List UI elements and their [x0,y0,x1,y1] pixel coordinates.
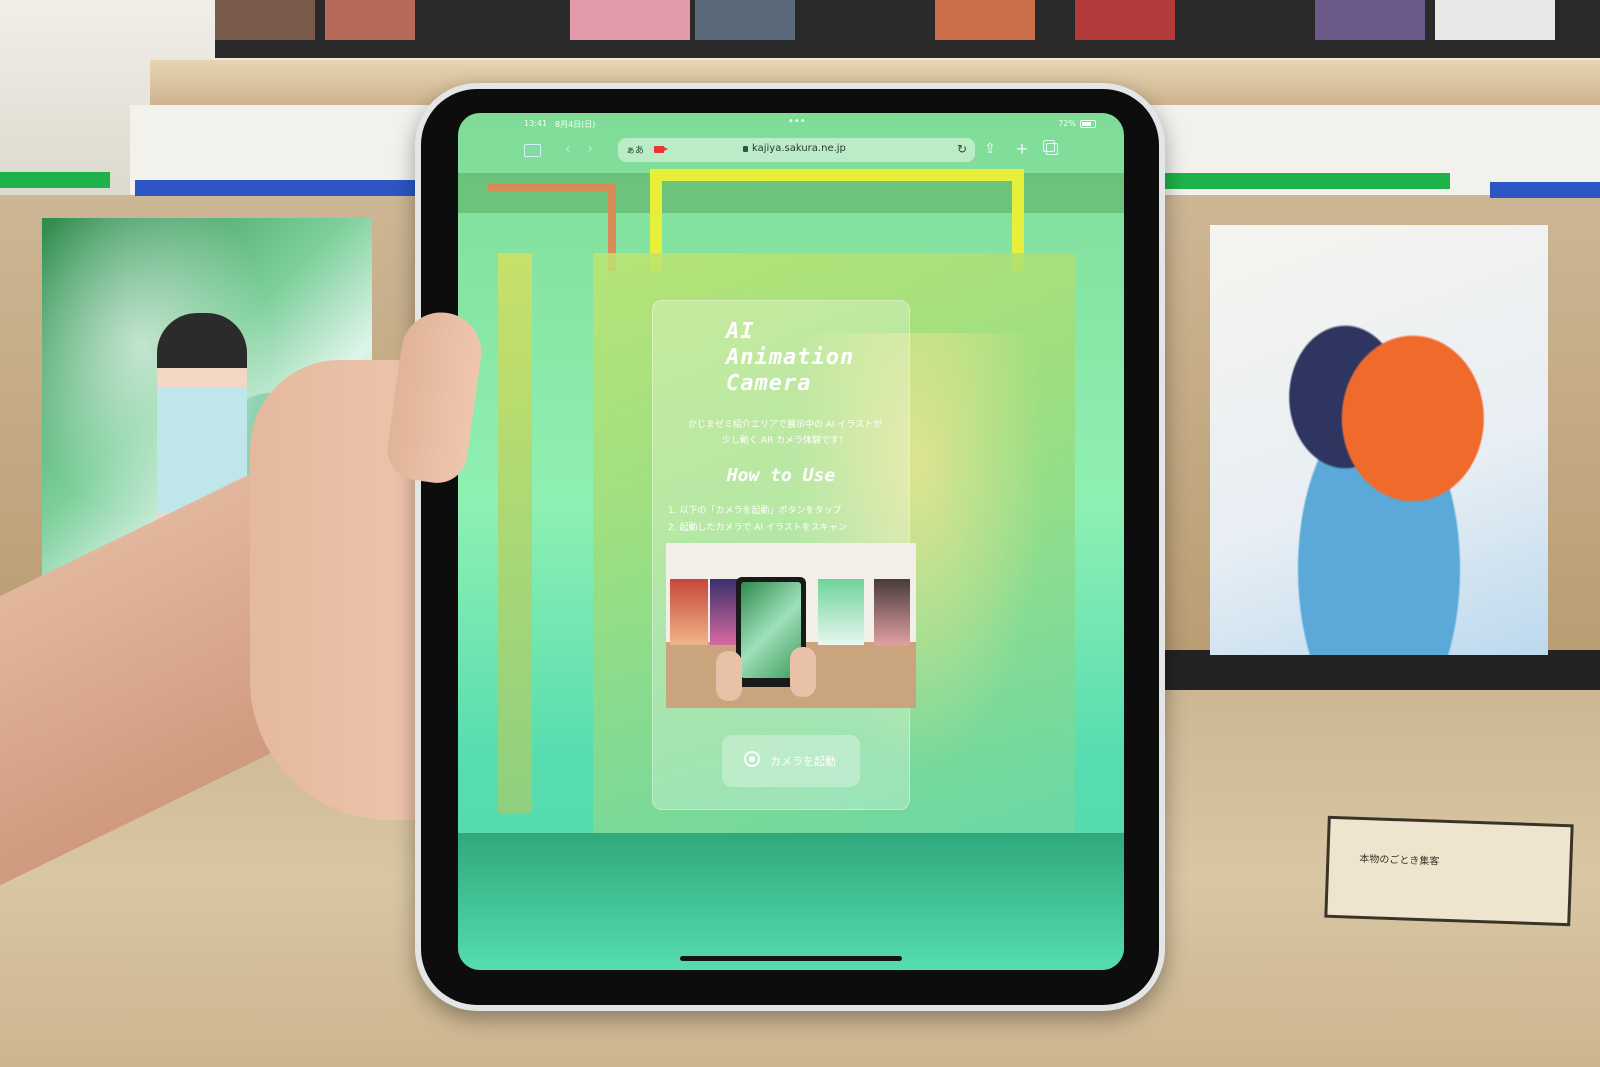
camera-floor [458,833,1124,970]
artwork-girls-with-goldfish [1210,225,1548,655]
new-tab-icon[interactable]: + [1012,140,1032,158]
photo-scene: 本物のごとき集客 13:41 8月4日(日) ••• 72% ‹ › ぁあ ka… [0,0,1600,1067]
example-hand [790,647,816,697]
reload-icon[interactable]: ↻ [957,142,967,156]
description: かじまゼミ紹介エリアで展示中の AI イラストが 少し動く AR カメラ体験です… [668,417,902,449]
steps-list: 1. 以下の「カメラを起動」ボタンをタップ 2. 起動したカメラで AI イラス… [668,503,902,537]
example-artwork [874,579,910,645]
forward-icon[interactable]: › [580,140,600,158]
step-item: 1. 以下の「カメラを起動」ボタンをタップ [668,506,842,516]
example-artwork [670,579,708,645]
status-date: 8月4日(日) [555,120,596,129]
step-item: 2. 起動したカメラで AI イラストをスキャン [668,523,847,533]
example-artwork [818,579,864,645]
battery-icon [1080,120,1096,128]
safari-toolbar: ‹ › ぁあ kajiya.sakura.ne.jp ↻ ⇪ + [458,135,1124,165]
green-rail-left [0,172,110,188]
example-hand [716,651,742,701]
multitasking-dots[interactable]: ••• [788,116,806,127]
example-photo [666,543,916,708]
top-bookshelf [215,0,1600,58]
logo-line: AI [726,319,755,344]
back-icon[interactable]: ‹ [558,140,578,158]
launch-camera-button[interactable]: カメラを起動 [722,735,860,787]
camera-side-board [498,253,532,813]
home-indicator[interactable] [680,956,902,961]
description-line: 少し動く AR カメラ体験です！ [721,436,849,446]
record-icon[interactable] [654,146,668,153]
logo-line: Animation [726,345,855,370]
info-placard: 本物のごとき集客 [1324,815,1574,927]
tabs-icon[interactable] [1042,140,1062,158]
status-bar: 13:41 8月4日(日) ••• 72% [458,113,1124,135]
text-size-button[interactable]: ぁあ [626,143,644,156]
example-artwork [710,579,738,645]
green-rail-right [1160,173,1450,189]
logo-line: Camera [726,371,812,396]
status-time: 13:41 [524,119,548,128]
sidebar-icon[interactable] [524,144,541,157]
url-text[interactable]: kajiya.sakura.ne.jp [752,143,846,154]
description-line: かじまゼミ紹介エリアで展示中の AI イラストが [687,420,883,430]
app-logo: AI Animation Camera [726,319,876,397]
howto-title: How to Use [726,465,836,486]
tablet-screen: 13:41 8月4日(日) ••• 72% ‹ › ぁあ kajiya.saku… [458,113,1124,970]
share-icon[interactable]: ⇪ [980,140,1000,158]
camera-shutter-icon [744,751,760,767]
launch-camera-label: カメラを起動 [770,755,836,768]
blue-rail-left [135,180,425,196]
battery-percent: 72% [1058,119,1076,128]
lock-icon [743,146,748,152]
address-bar[interactable]: ぁあ kajiya.sakura.ne.jp ↻ [618,138,975,162]
placard-title: 本物のごとき集客 [1359,853,1440,868]
blue-rail-right [1490,182,1600,198]
